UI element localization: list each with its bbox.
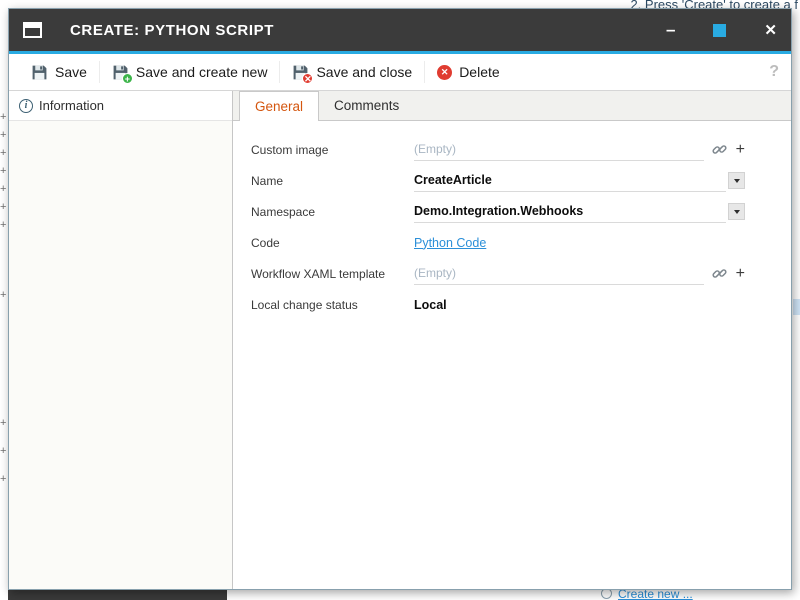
tree-expander-icon: + bbox=[0, 220, 6, 230]
field-value: (Empty) bbox=[414, 142, 456, 156]
field-value: (Empty) bbox=[414, 266, 456, 280]
form-row-code: Code Python Code bbox=[251, 227, 745, 258]
save-and-close-label: Save and close bbox=[316, 64, 412, 80]
info-icon: i bbox=[19, 99, 33, 113]
tree-expander-icon: + bbox=[0, 474, 6, 484]
maximize-button[interactable] bbox=[713, 24, 726, 37]
form-row-local-change-status: Local change status Local bbox=[251, 289, 745, 320]
window-controls: – ✕ bbox=[666, 20, 777, 40]
titlebar[interactable]: CREATE: PYTHON SCRIPT – ✕ bbox=[9, 9, 791, 51]
save-and-create-new-label: Save and create new bbox=[136, 64, 268, 80]
tree-expander-icon: + bbox=[0, 112, 6, 122]
namespace-field[interactable]: Demo.Integration.Webhooks bbox=[414, 201, 726, 223]
close-badge-icon: ✕ bbox=[302, 73, 313, 84]
save-and-create-new-button[interactable]: + Save and create new bbox=[100, 54, 280, 90]
save-and-create-new-icon: + bbox=[112, 64, 129, 81]
add-icon[interactable]: + bbox=[736, 142, 745, 158]
link-icon[interactable] bbox=[712, 266, 727, 281]
local-change-status-value: Local bbox=[414, 294, 745, 316]
tab-general[interactable]: General bbox=[239, 91, 319, 121]
tree-expander-icon: + bbox=[0, 184, 6, 194]
name-field[interactable]: CreateArticle bbox=[414, 170, 726, 192]
tree-expander-icon: + bbox=[0, 130, 6, 140]
save-button[interactable]: Save bbox=[19, 54, 99, 90]
minimize-button[interactable]: – bbox=[666, 20, 675, 40]
field-label: Namespace bbox=[251, 205, 414, 219]
save-label: Save bbox=[55, 64, 87, 80]
tabstrip: General Comments bbox=[233, 91, 791, 121]
tab-information[interactable]: i Information bbox=[9, 91, 232, 121]
field-label: Workflow XAML template bbox=[251, 267, 414, 281]
custom-image-field[interactable]: (Empty) bbox=[414, 139, 704, 161]
code-field: Python Code bbox=[414, 232, 745, 254]
add-icon[interactable]: + bbox=[736, 266, 745, 282]
chevron-down-icon bbox=[734, 210, 740, 214]
close-button[interactable]: ✕ bbox=[764, 21, 777, 39]
field-value: CreateArticle bbox=[414, 173, 492, 187]
name-dropdown-button[interactable] bbox=[728, 172, 745, 189]
field-value: Demo.Integration.Webhooks bbox=[414, 204, 583, 218]
tree-expander-icon: + bbox=[0, 446, 6, 456]
link-icon[interactable] bbox=[712, 142, 727, 157]
field-label: Name bbox=[251, 174, 414, 188]
window-title: CREATE: PYTHON SCRIPT bbox=[70, 22, 274, 39]
help-icon[interactable]: ? bbox=[769, 63, 781, 81]
field-label: Local change status bbox=[251, 298, 414, 312]
form-row-workflow-xaml-template: Workflow XAML template (Empty) bbox=[251, 258, 745, 289]
delete-label: Delete bbox=[459, 64, 499, 80]
tab-comments[interactable]: Comments bbox=[319, 91, 414, 120]
main-panel: General Comments Custom image (Empty) bbox=[233, 91, 791, 589]
information-label: Information bbox=[39, 98, 104, 113]
field-label: Code bbox=[251, 236, 414, 250]
general-form: Custom image (Empty) bbox=[233, 121, 791, 320]
form-row-namespace: Namespace Demo.Integration.Webhooks bbox=[251, 196, 745, 227]
plus-badge-icon: + bbox=[122, 73, 133, 84]
app-icon bbox=[23, 22, 42, 38]
row-controls: + bbox=[712, 142, 745, 158]
field-value: Local bbox=[414, 298, 447, 312]
toolbar: Save + Save and create new bbox=[9, 54, 791, 91]
form-row-custom-image: Custom image (Empty) bbox=[251, 134, 745, 165]
create-python-script-dialog: CREATE: PYTHON SCRIPT – ✕ Save bbox=[8, 8, 792, 590]
delete-button[interactable]: ✕ Delete bbox=[425, 54, 511, 90]
field-label: Custom image bbox=[251, 143, 414, 157]
delete-icon: ✕ bbox=[437, 65, 452, 80]
chevron-down-icon bbox=[734, 179, 740, 183]
row-controls: + bbox=[712, 266, 745, 282]
tree-expander-icon: + bbox=[0, 418, 6, 428]
tree-expander-icon: + bbox=[0, 202, 6, 212]
save-and-close-icon: ✕ bbox=[292, 64, 309, 81]
tree-expander-icon: + bbox=[0, 166, 6, 176]
tree-expander-icon: + bbox=[0, 290, 6, 300]
dialog-body: i Information General Comments Custom im… bbox=[9, 91, 791, 589]
tree-expander-icon: + bbox=[0, 148, 6, 158]
background-selection-fragment bbox=[793, 299, 800, 315]
form-row-name: Name CreateArticle bbox=[251, 165, 745, 196]
namespace-dropdown-button[interactable] bbox=[728, 203, 745, 220]
save-and-close-button[interactable]: ✕ Save and close bbox=[280, 54, 424, 90]
save-icon bbox=[31, 64, 48, 81]
left-panel: i Information bbox=[9, 91, 233, 589]
workflow-xaml-field[interactable]: (Empty) bbox=[414, 263, 704, 285]
python-code-link[interactable]: Python Code bbox=[414, 236, 486, 250]
background-dark-panel bbox=[8, 590, 227, 600]
